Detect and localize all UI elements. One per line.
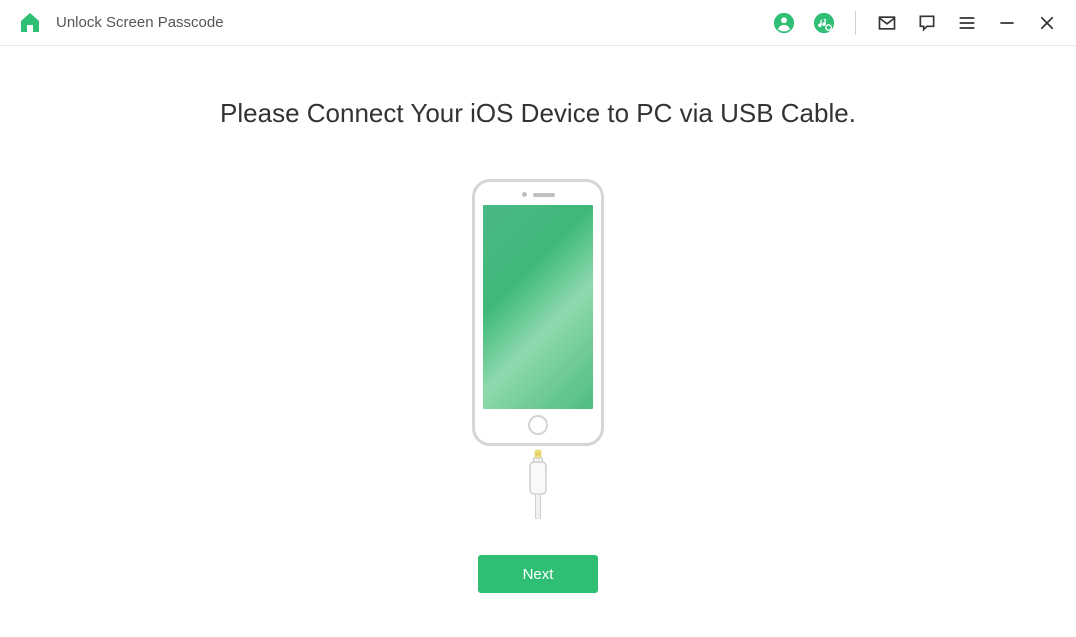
phone-speaker [533,193,555,197]
page-title: Unlock Screen Passcode [56,14,224,31]
phone-home-button [528,415,548,435]
account-icon[interactable] [773,12,795,34]
menu-icon[interactable] [956,12,978,34]
mail-icon[interactable] [876,12,898,34]
feedback-icon[interactable] [916,12,938,34]
phone-camera-dot [522,192,527,197]
usb-cable-icon [520,449,556,519]
next-button[interactable]: Next [478,555,598,593]
main-content: Please Connect Your iOS Device to PC via… [0,46,1076,593]
header-divider [855,11,856,35]
header-right [773,11,1058,35]
device-illustration [472,179,604,519]
instruction-title: Please Connect Your iOS Device to PC via… [220,98,856,129]
minimize-icon[interactable] [996,12,1018,34]
header-bar: Unlock Screen Passcode [0,0,1076,46]
phone-top [522,192,555,197]
header-left: Unlock Screen Passcode [18,11,224,35]
music-search-icon[interactable] [813,12,835,34]
close-icon[interactable] [1036,12,1058,34]
home-icon[interactable] [18,11,42,35]
phone-screen [483,205,593,409]
phone-icon [472,179,604,446]
